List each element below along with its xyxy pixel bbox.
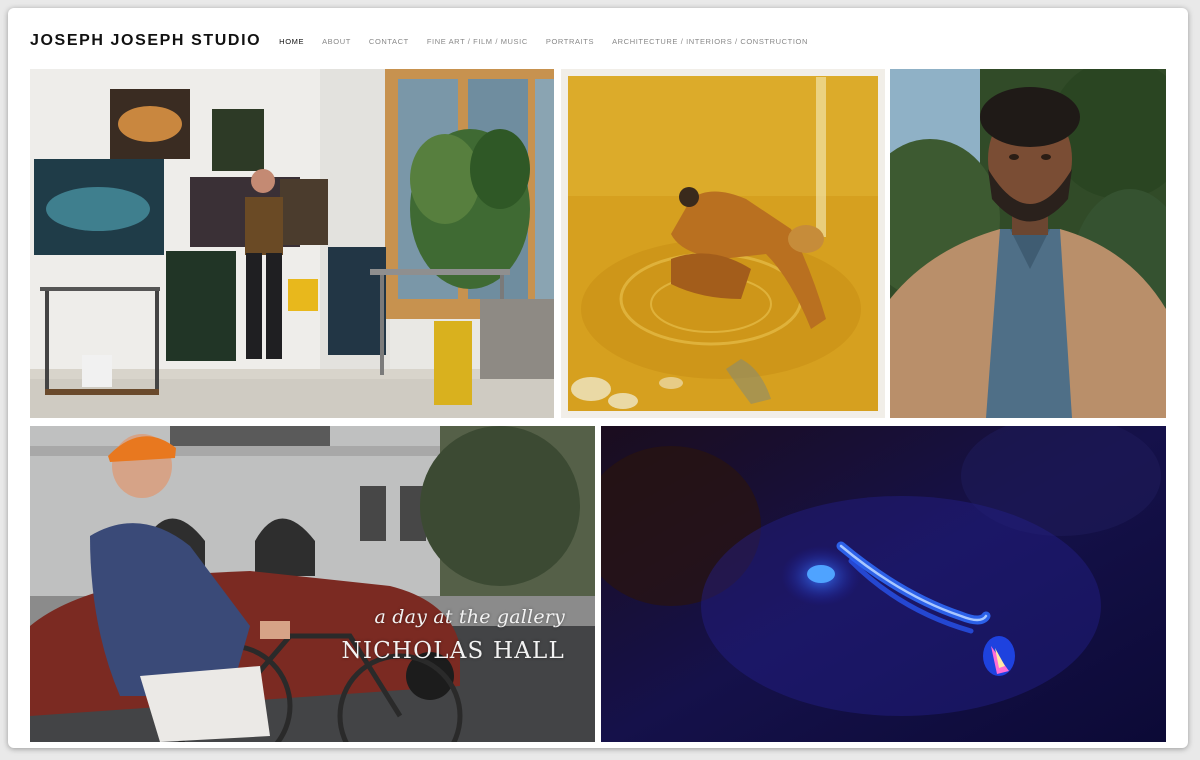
- studio-photo: [30, 69, 554, 418]
- gallery-tile-portrait[interactable]: [890, 69, 1166, 418]
- nav-about[interactable]: ABOUT: [322, 37, 351, 46]
- video-tile-gallery[interactable]: a day at the gallery NICHOLAS HALL: [30, 426, 595, 742]
- video-subtitle: a day at the gallery: [374, 606, 565, 628]
- gallery-tile-studio[interactable]: [30, 69, 554, 418]
- main-nav: HOME ABOUT CONTACT FINE ART / FILM / MUS…: [279, 37, 826, 46]
- painting-photo: [561, 69, 885, 418]
- portrait-photo: [890, 69, 1166, 418]
- video-title: NICHOLAS HALL: [341, 638, 565, 664]
- light-streak-photo: [601, 426, 1166, 742]
- nav-home[interactable]: HOME: [279, 37, 304, 46]
- nav-contact[interactable]: CONTACT: [369, 37, 409, 46]
- gallery-tile-painting[interactable]: [561, 69, 885, 418]
- gallery-tile-light-streak[interactable]: [601, 426, 1166, 742]
- nav-fine-art-film-music[interactable]: FINE ART / FILM / MUSIC: [427, 37, 528, 46]
- site-header: JOSEPH JOSEPH STUDIO HOME ABOUT CONTACT …: [30, 30, 826, 52]
- cyclist-video-still: [30, 426, 595, 742]
- nav-portraits[interactable]: PORTRAITS: [546, 37, 594, 46]
- site-logo[interactable]: JOSEPH JOSEPH STUDIO: [30, 32, 261, 50]
- nav-architecture-interiors-construction[interactable]: ARCHITECTURE / INTERIORS / CONSTRUCTION: [612, 37, 808, 46]
- page: JOSEPH JOSEPH STUDIO HOME ABOUT CONTACT …: [8, 8, 1188, 748]
